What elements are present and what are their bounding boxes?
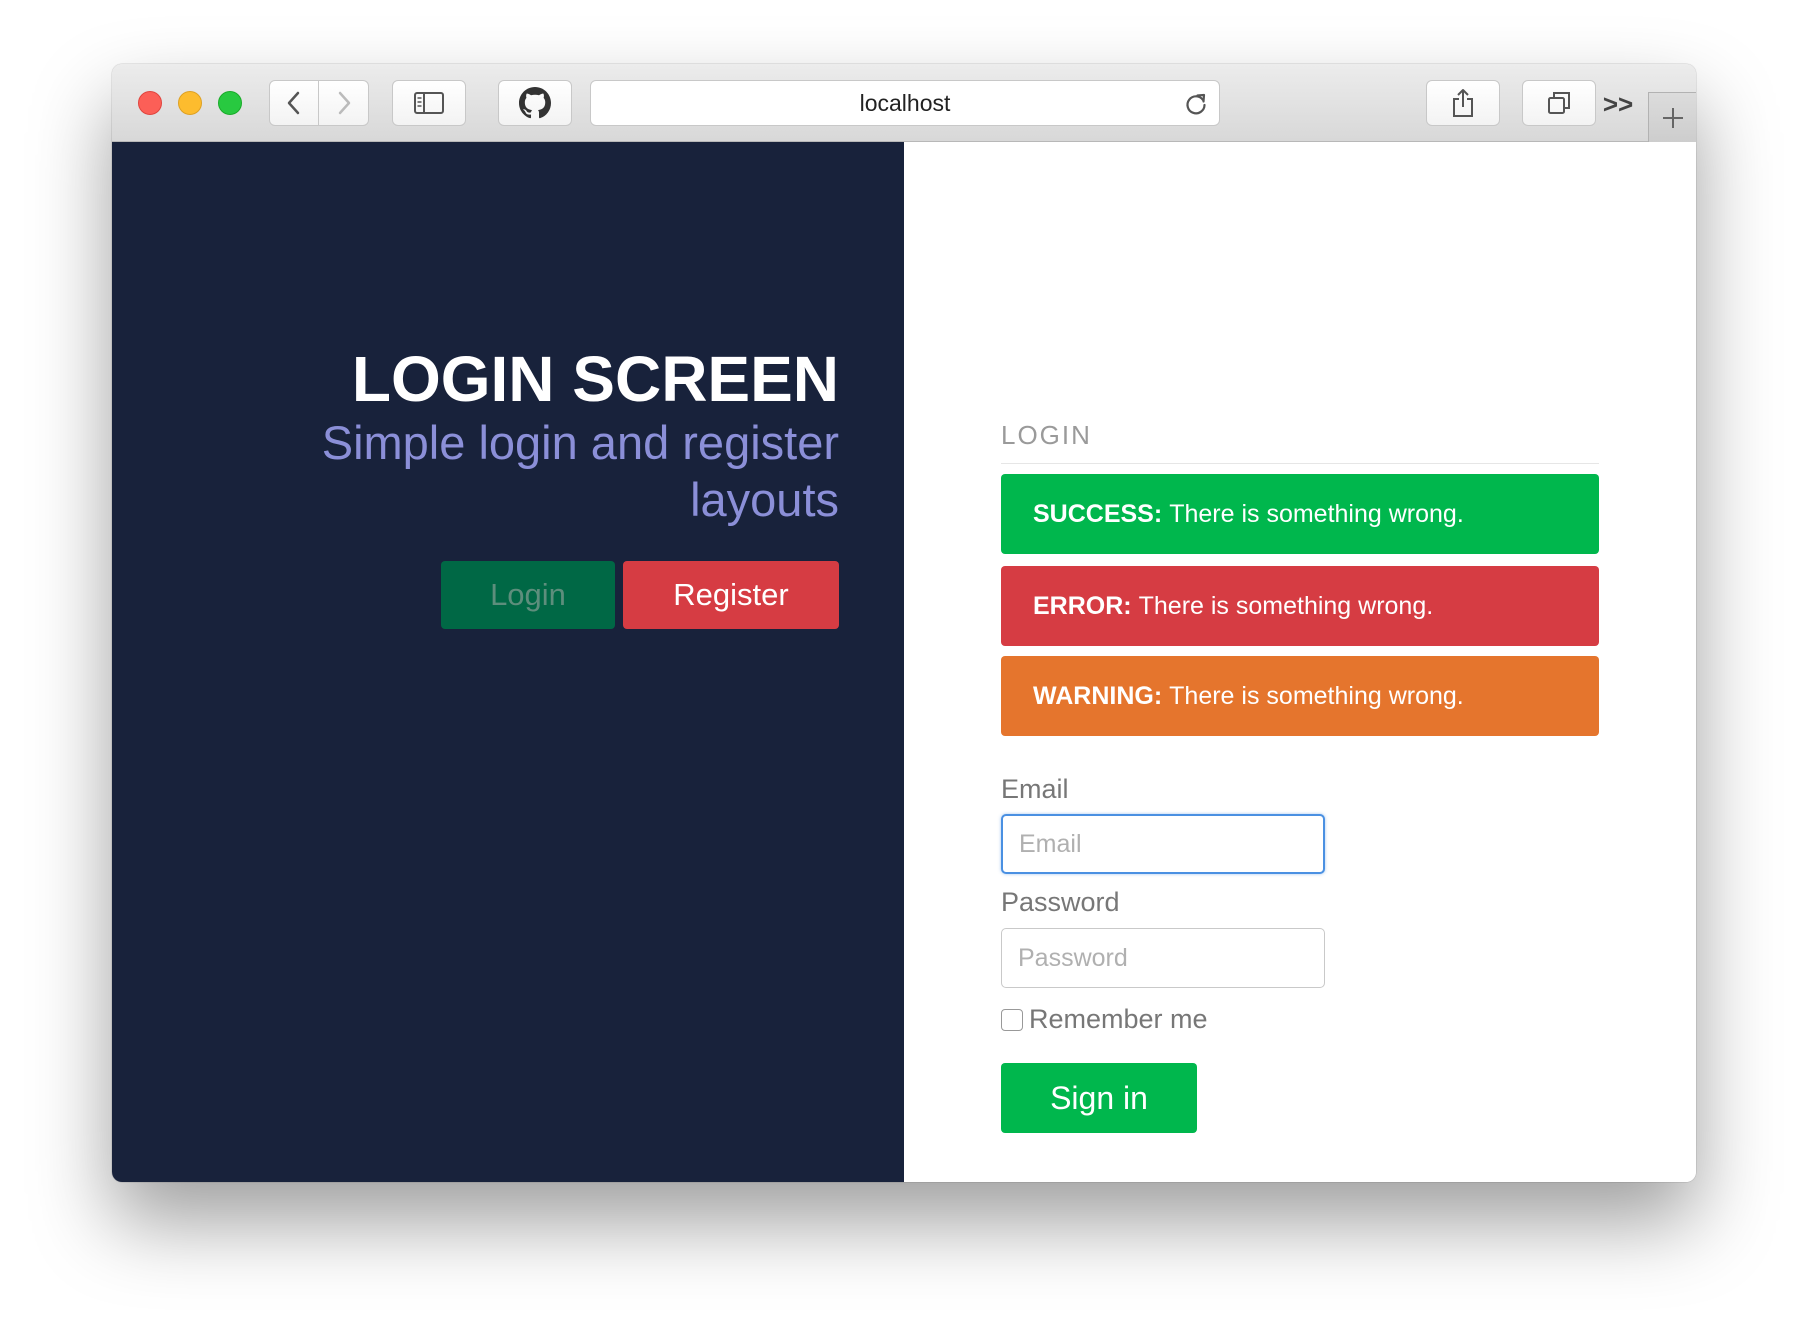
remember-me-label: Remember me — [1029, 1004, 1208, 1034]
alert-message: There is something wrong. — [1138, 591, 1434, 620]
page-title: LOGIN SCREEN — [351, 343, 839, 415]
warning-alert: WARNING: There is something wrong. — [1001, 656, 1599, 736]
remember-me-row[interactable]: Remember me — [1001, 1004, 1208, 1035]
chevron-right-icon — [338, 91, 350, 115]
password-field[interactable] — [1001, 928, 1325, 988]
reload-icon[interactable] — [1183, 91, 1209, 117]
more-toolbar-button[interactable]: >> — [1596, 84, 1640, 124]
hero-panel: LOGIN SCREEN Simple login and register l… — [112, 142, 904, 1182]
back-button[interactable] — [269, 80, 319, 126]
page-subtitle: Simple login and register layouts — [321, 416, 839, 526]
browser-window: localhost >> LOGIN SCREEN Simple login a… — [112, 64, 1696, 1182]
address-bar-url: localhost — [859, 89, 951, 116]
page-content: LOGIN SCREEN Simple login and register l… — [112, 142, 1696, 1182]
alert-label: WARNING: — [1033, 681, 1163, 710]
close-window-button[interactable] — [138, 91, 162, 115]
tabs-icon — [1548, 92, 1570, 114]
share-icon — [1453, 89, 1473, 117]
password-label: Password — [1001, 887, 1120, 917]
email-label: Email — [1001, 774, 1069, 804]
zoom-window-button[interactable] — [218, 91, 242, 115]
register-tab-button[interactable]: Register — [623, 561, 839, 629]
alert-message: There is something wrong. — [1169, 499, 1464, 528]
form-heading: LOGIN — [1001, 420, 1599, 464]
minimize-window-button[interactable] — [178, 91, 202, 115]
success-alert: SUCCESS: There is something wrong. — [1001, 474, 1599, 554]
new-tab-button[interactable] — [1648, 92, 1696, 142]
login-form-panel: LOGIN SUCCESS: There is something wrong.… — [904, 142, 1696, 1182]
address-bar[interactable]: localhost — [590, 80, 1220, 126]
sign-in-button[interactable]: Sign in — [1001, 1063, 1197, 1133]
sidebar-icon — [414, 92, 444, 114]
alert-label: SUCCESS: — [1033, 499, 1163, 528]
login-tab-button[interactable]: Login — [441, 561, 615, 629]
email-field[interactable] — [1001, 814, 1325, 874]
remember-me-checkbox[interactable] — [1001, 1008, 1023, 1031]
forward-button[interactable] — [319, 80, 369, 126]
show-tabs-button[interactable] — [1522, 80, 1596, 126]
alert-label: ERROR: — [1033, 591, 1132, 620]
alert-message: There is something wrong. — [1169, 681, 1464, 710]
github-extension-button[interactable] — [498, 80, 572, 126]
double-chevron-icon: >> — [1602, 88, 1634, 119]
error-alert: ERROR: There is something wrong. — [1001, 566, 1599, 646]
plus-icon — [1662, 107, 1683, 128]
browser-toolbar: localhost >> — [112, 64, 1696, 142]
github-icon — [519, 87, 551, 119]
chevron-left-icon — [287, 91, 300, 115]
share-button[interactable] — [1426, 80, 1500, 126]
sidebar-toggle-button[interactable] — [392, 80, 466, 126]
